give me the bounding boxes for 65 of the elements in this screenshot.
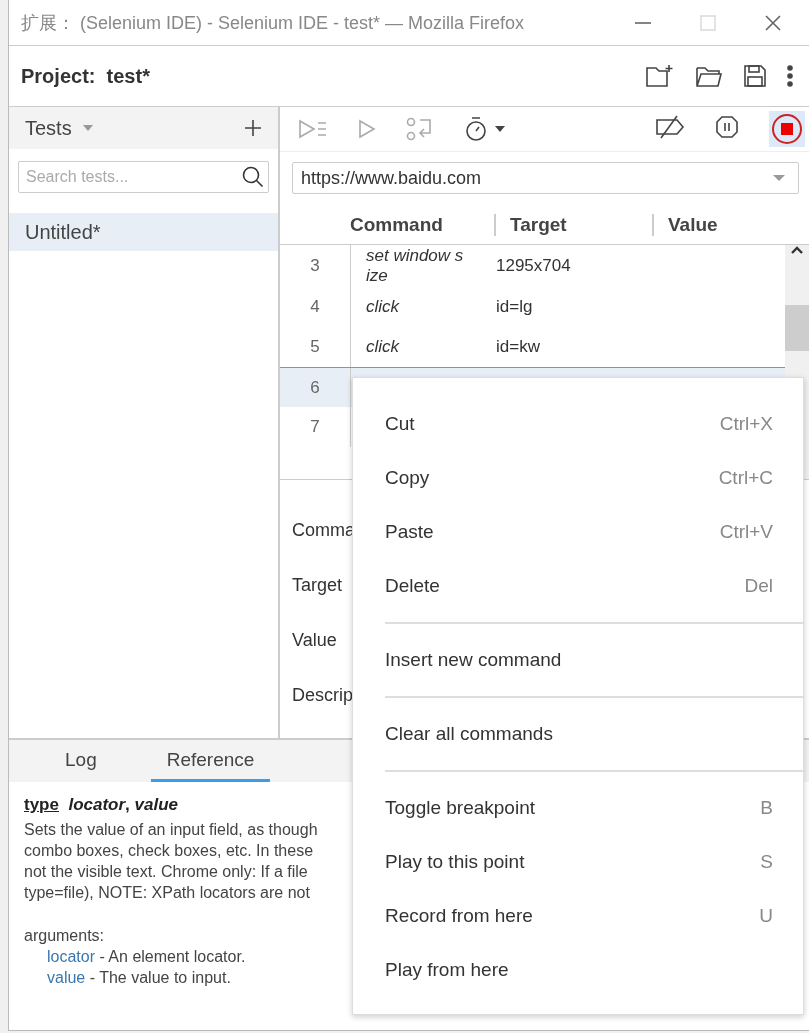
row-number: 5 [310,337,320,357]
scroll-up-icon[interactable] [790,245,804,255]
argument-link[interactable]: value [47,969,86,986]
panel-tab[interactable]: Reference [150,740,271,782]
shortcut-text: S [760,851,773,873]
url-dropdown[interactable]: https://www.baidu.com [292,162,799,194]
command-cell: click [366,297,400,316]
target-cell: 1295x704 [496,256,571,275]
disable-breakpoints-icon[interactable] [655,113,685,140]
target-cell: id=kw [496,337,540,356]
more-icon[interactable] [787,65,793,87]
menu-item[interactable]: Play from here [353,943,803,997]
menu-item[interactable]: Delete Del [353,559,803,613]
menu-item[interactable]: Record from here U [353,889,803,943]
menu-item[interactable]: Copy Ctrl+C [353,451,803,505]
row-number: 6 [310,377,320,398]
description-text: not the visible text. Chrome only: If a file [24,862,308,882]
command-cell: set window s ize [366,246,464,285]
stop-recording-button[interactable] [769,111,805,147]
column-header: Value [668,214,719,236]
menu-item[interactable]: Clear all commands [353,707,803,761]
caret-icon[interactable] [494,125,506,133]
search-field[interactable]: Search tests... [18,161,269,193]
shortcut-text: Ctrl+V [719,521,773,543]
description-text: Sets the value of an input field, as though [24,820,318,840]
field-label: Value [292,630,337,652]
save-icon[interactable] [743,64,767,88]
command-cell: click [366,337,400,356]
description-text: type=file), NOTE: XPath locators are not [24,883,310,903]
search-icon[interactable] [242,166,264,188]
test-item[interactable]: Untitled* [9,213,278,251]
row-number: 4 [310,297,320,317]
description-text: combo boxes, check boxes, etc. In these [24,841,314,861]
shortcut-text: B [760,797,773,819]
menu-item[interactable]: Insert new command [353,633,803,687]
window-title: 扩展： (Selenium IDE) - Selenium IDE - test* — Mozilla Firefox [21,11,526,35]
column-header: Command [350,214,444,236]
project-title: Project: test* [21,64,151,88]
menu-item[interactable]: Paste Ctrl+V [353,505,803,559]
panel-tab[interactable]: Log [49,740,113,782]
column-header: Target [510,214,568,236]
scrollbar-thumb[interactable] [785,305,809,351]
folder-icon[interactable] [695,64,723,88]
menu-item[interactable]: Play to this point S [353,835,803,889]
tests-dropdown[interactable]: Tests [25,116,72,140]
pause-icon[interactable] [715,114,739,139]
row-number: 7 [310,417,320,437]
command-name: type [24,795,59,814]
folder-plus-icon[interactable] [645,63,675,89]
row-number: 3 [310,256,320,276]
command-arguments: locator, value [68,795,179,814]
menu-item[interactable]: Cut Ctrl+X [353,397,803,451]
shortcut-text: Ctrl+X [719,413,773,435]
target-cell: id=lg [496,297,533,316]
stopwatch-icon[interactable] [464,116,488,142]
field-label: Descrip [292,685,353,707]
shortcut-text: Del [744,575,773,597]
close-icon[interactable] [763,12,783,33]
menu-item[interactable]: Toggle breakpoint B [353,781,803,835]
shortcut-text: Ctrl+C [718,467,773,489]
field-label: Target [292,575,343,597]
argument-link[interactable]: locator [47,948,96,965]
shortcut-text: U [759,905,773,927]
plus-icon[interactable] [244,119,262,137]
arguments-title: arguments: [24,926,106,946]
